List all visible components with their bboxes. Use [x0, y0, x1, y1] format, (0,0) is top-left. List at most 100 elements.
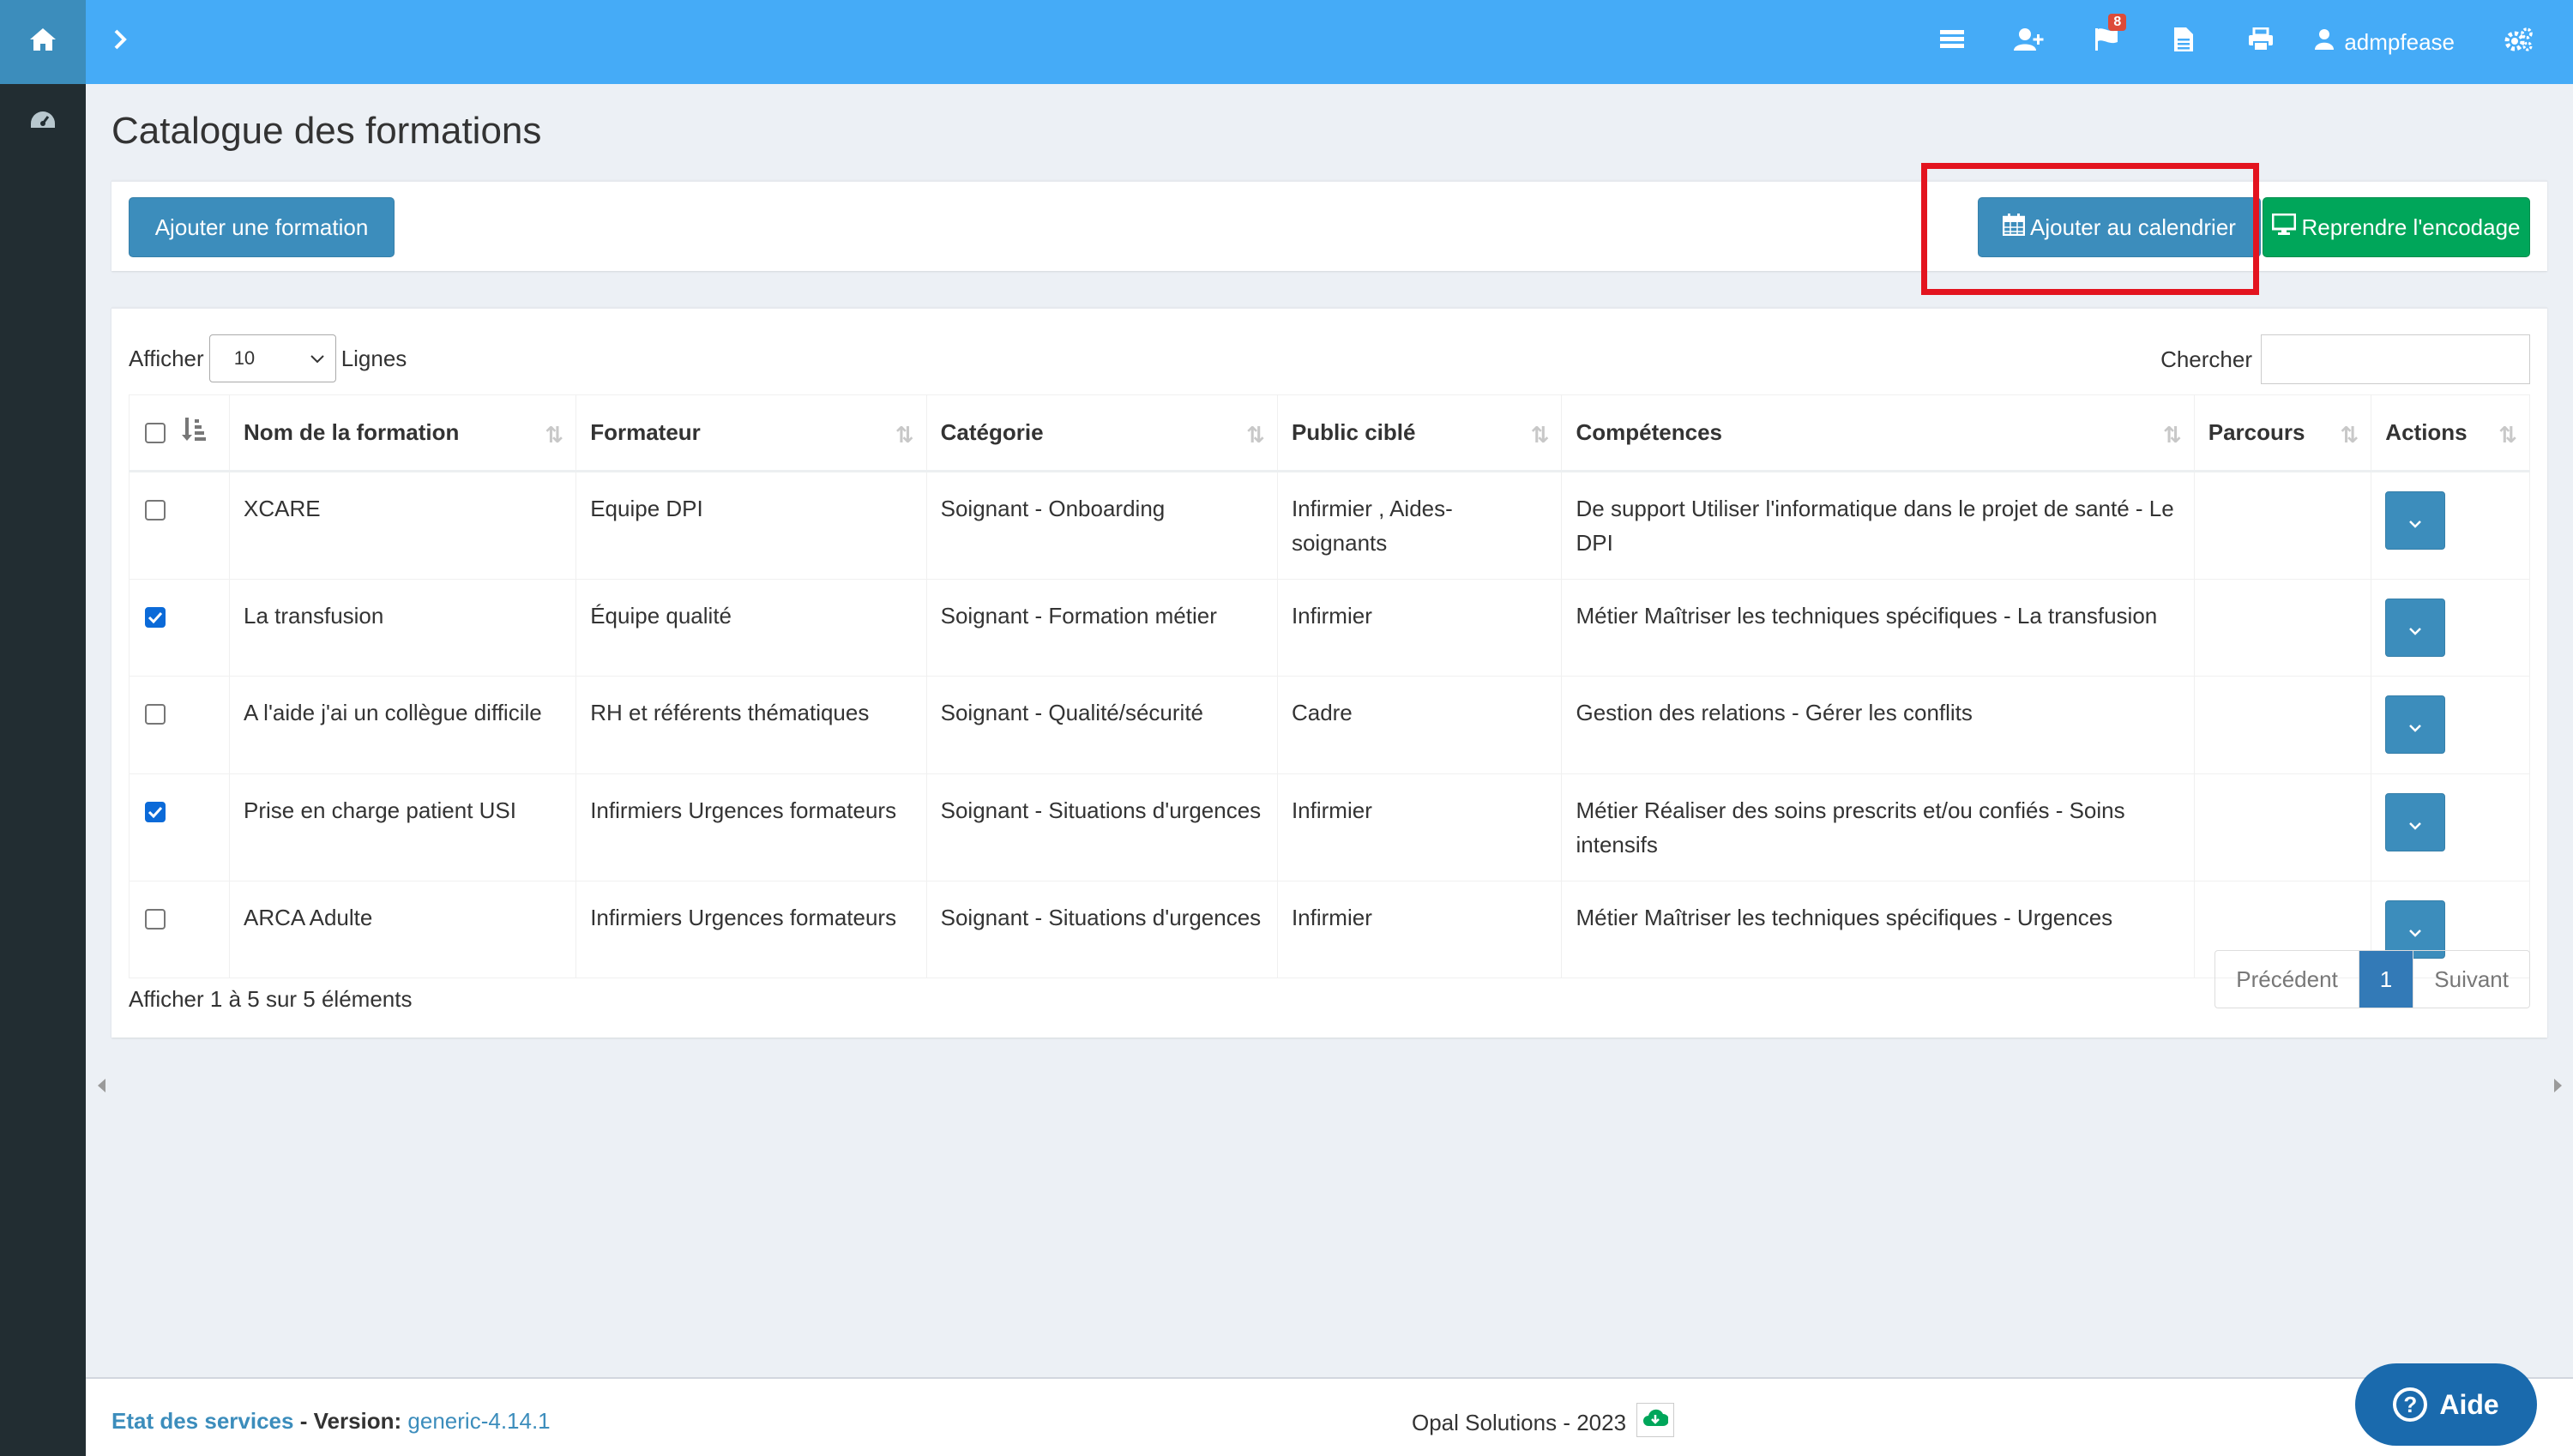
- column-header-name[interactable]: Nom de la formation ⇅: [229, 394, 577, 472]
- sort-icon: ⇅: [1530, 422, 1550, 448]
- chevron-down-icon: [2408, 912, 2422, 947]
- search-label: Chercher: [2160, 346, 2252, 372]
- help-button[interactable]: ? Aide: [2355, 1363, 2537, 1446]
- page-size-control: Afficher 10 Lignes: [129, 334, 407, 382]
- notifications-button[interactable]: 8: [2068, 0, 2145, 84]
- column-label: Catégorie: [940, 419, 1044, 446]
- documents-button[interactable]: [2145, 0, 2222, 84]
- chevron-down-icon: [310, 347, 325, 370]
- name-cell: A l'aide j'ai un collègue difficile: [229, 675, 577, 774]
- public-cell: Infirmier: [1276, 578, 1563, 677]
- table-body: XCARE Equipe DPI Soignant - Onboarding Infi…: [128, 470, 2530, 978]
- print-button[interactable]: [2222, 0, 2299, 84]
- column-label: Formateur: [590, 419, 701, 446]
- path-cell: [2193, 773, 2372, 881]
- scroll-right-arrow[interactable]: [2554, 1079, 2562, 1092]
- username: admpfease: [2344, 28, 2455, 55]
- select-all-header: [128, 394, 231, 472]
- add-formation-label: Ajouter une formation: [154, 214, 369, 240]
- column-header-trainer[interactable]: Formateur ⇅: [575, 394, 927, 472]
- row-checkbox[interactable]: [145, 499, 166, 520]
- column-label: Compétences: [1576, 419, 1722, 446]
- dashboard-icon: [29, 109, 57, 137]
- sort-icon: ⇅: [2498, 422, 2517, 448]
- row-actions-dropdown-button[interactable]: [2385, 490, 2446, 550]
- resume-encoding-label: Reprendre l'encodage: [2301, 214, 2521, 240]
- add-formation-button[interactable]: Ajouter une formation: [129, 197, 395, 257]
- cloud-download-button[interactable]: [1636, 1403, 1675, 1437]
- table-row: La transfusion Équipe qualité Soignant - F…: [128, 578, 2530, 677]
- column-label: Parcours: [2208, 419, 2305, 446]
- sidebar-toggle-button[interactable]: [86, 0, 154, 84]
- notification-count-badge: 8: [2108, 14, 2127, 31]
- top-navbar: 8 admpfease: [86, 0, 2573, 84]
- resume-encoding-button[interactable]: Reprendre l'encodage: [2263, 197, 2530, 257]
- column-header-public[interactable]: Public ciblé ⇅: [1276, 394, 1563, 472]
- list-menu-button[interactable]: [1913, 0, 1991, 84]
- add-user-button[interactable]: [1991, 0, 2068, 84]
- next-page-button[interactable]: Suivant: [2413, 951, 2529, 1008]
- cloud-download-icon: [1642, 1407, 1670, 1434]
- skills-cell: Métier Maîtriser les techniques spécifiq…: [1561, 578, 2195, 677]
- row-checkbox[interactable]: [145, 908, 166, 930]
- table-row: Prise en charge patient USI Infirmiers Ur…: [128, 773, 2530, 881]
- page-size-value: 10: [233, 347, 256, 369]
- column-header-category[interactable]: Catégorie ⇅: [925, 394, 1278, 472]
- skills-cell: Métier Maîtriser les techniques spécifiq…: [1561, 880, 2195, 978]
- row-checkbox[interactable]: [145, 801, 166, 822]
- help-label: Aide: [2439, 1388, 2499, 1420]
- sort-amount-icon[interactable]: [182, 416, 207, 451]
- row-actions-cell: [2371, 470, 2530, 580]
- row-select-cell: [128, 773, 231, 881]
- row-checkbox[interactable]: [145, 703, 166, 725]
- table-header-row: Nom de la formation ⇅ Formateur ⇅ Catégori…: [128, 394, 2530, 472]
- skills-cell: Métier Réaliser des soins prescrits et/o…: [1561, 773, 2195, 881]
- flag-icon: [2094, 27, 2119, 58]
- table-row: XCARE Equipe DPI Soignant - Onboarding Infi…: [128, 470, 2530, 580]
- column-header-skills[interactable]: Compétences ⇅: [1561, 394, 2195, 472]
- version-label: Version:: [313, 1408, 402, 1434]
- desktop-icon: [2271, 213, 2297, 242]
- name-cell: ARCA Adulte: [229, 880, 577, 978]
- row-actions-dropdown-button[interactable]: [2385, 695, 2446, 754]
- name-cell: Prise en charge patient USI: [229, 773, 577, 881]
- column-label: Public ciblé: [1291, 419, 1416, 446]
- footer: Etat des services - Version: generic-4.1…: [86, 1377, 2573, 1456]
- trainer-cell: Infirmiers Urgences formateurs: [575, 773, 927, 881]
- footer-version-info: Etat des services - Version: generic-4.1…: [111, 1408, 551, 1434]
- home-button[interactable]: [0, 0, 86, 84]
- settings-button[interactable]: [2480, 0, 2558, 84]
- previous-page-button[interactable]: Précédent: [2215, 951, 2359, 1008]
- skills-cell: De support Utiliser l'informatique dans …: [1561, 470, 2195, 580]
- path-cell: [2193, 578, 2372, 677]
- public-cell: Infirmier , Aides-soignants: [1276, 470, 1563, 580]
- row-select-cell: [128, 578, 231, 677]
- service-status-link[interactable]: Etat des services: [111, 1408, 293, 1434]
- row-checkbox[interactable]: [145, 606, 166, 628]
- highlight-box: [1921, 163, 2259, 295]
- select-all-checkbox[interactable]: [145, 423, 166, 444]
- question-icon: ?: [2393, 1387, 2428, 1422]
- sidebar-item-dashboard[interactable]: [0, 84, 86, 161]
- table-row: ARCA Adulte Infirmiers Urgences formateur…: [128, 880, 2530, 978]
- chevron-right-icon: [112, 28, 128, 57]
- category-cell: Soignant - Situations d'urgences: [925, 880, 1278, 978]
- page-size-select[interactable]: 10: [208, 334, 336, 382]
- column-header-path[interactable]: Parcours ⇅: [2193, 394, 2372, 472]
- show-label: Afficher: [129, 345, 204, 371]
- row-actions-dropdown-button[interactable]: [2385, 792, 2446, 851]
- category-cell: Soignant - Qualité/sécurité: [925, 675, 1278, 774]
- column-header-actions[interactable]: Actions ⇅: [2371, 394, 2530, 472]
- file-icon: [2173, 27, 2194, 58]
- rows-label: Lignes: [340, 345, 407, 371]
- scroll-left-arrow[interactable]: [98, 1079, 105, 1092]
- table-row: A l'aide j'ai un collègue difficile RH et…: [128, 675, 2530, 774]
- sort-icon: ⇅: [2162, 422, 2182, 448]
- path-cell: [2193, 470, 2372, 580]
- page-1-button[interactable]: 1: [2359, 951, 2414, 1008]
- user-icon: [2315, 28, 2335, 57]
- chevron-down-icon: [2408, 707, 2422, 742]
- row-actions-dropdown-button[interactable]: [2385, 598, 2446, 657]
- user-menu[interactable]: admpfease: [2299, 0, 2480, 84]
- search-input[interactable]: [2261, 334, 2530, 384]
